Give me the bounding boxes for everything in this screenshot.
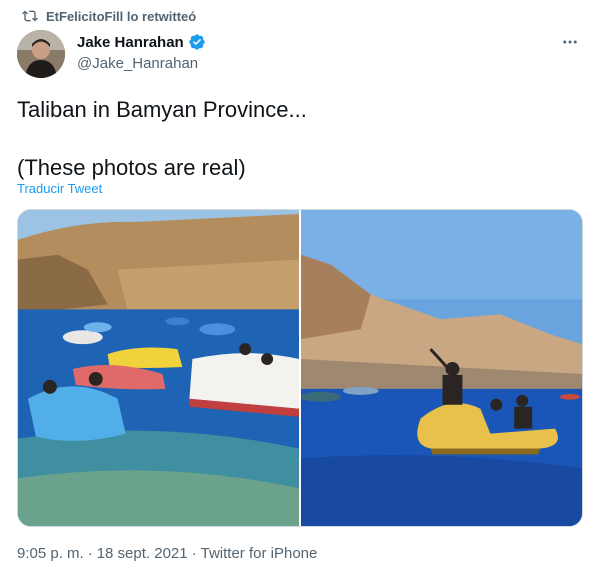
author-handle[interactable]: @Jake_Hanrahan xyxy=(77,55,206,72)
tweet-line-2: (These photos are real) xyxy=(17,155,246,180)
photo-right[interactable] xyxy=(301,210,582,526)
retweet-label: EtFelicitoFill lo retwitteó xyxy=(46,8,197,24)
avatar[interactable] xyxy=(17,30,65,78)
avatar-photo xyxy=(17,30,65,78)
tweet-source[interactable]: Twitter for iPhone xyxy=(201,545,318,562)
author-name[interactable]: Jake Hanrahan xyxy=(77,34,184,51)
lake-photo-right xyxy=(301,210,582,526)
tweet-meta: 9:05 p. m. · 18 sept. 2021 · Twitter for… xyxy=(17,545,317,562)
more-options-button[interactable] xyxy=(560,32,580,52)
tweet-date[interactable]: 18 sept. 2021 xyxy=(97,545,188,562)
tweet-time[interactable]: 9:05 p. m. xyxy=(17,545,84,562)
translate-tweet-link[interactable]: Traducir Tweet xyxy=(17,181,102,196)
meta-separator: · xyxy=(87,545,93,562)
tweet-text: Taliban in Bamyan Province... (These pho… xyxy=(17,95,307,183)
tweet-line-1: Taliban in Bamyan Province... xyxy=(17,97,307,122)
retweet-icon xyxy=(22,10,38,22)
lake-photo-left xyxy=(18,210,299,526)
photo-left[interactable] xyxy=(18,210,299,526)
meta-separator: · xyxy=(191,545,197,562)
more-dots-icon xyxy=(563,40,577,44)
retweet-context[interactable]: EtFelicitoFill lo retwitteó xyxy=(22,8,196,24)
verified-badge-icon xyxy=(189,34,205,50)
media-grid xyxy=(17,209,583,527)
author-block[interactable]: Jake Hanrahan @Jake_Hanrahan xyxy=(77,33,206,72)
